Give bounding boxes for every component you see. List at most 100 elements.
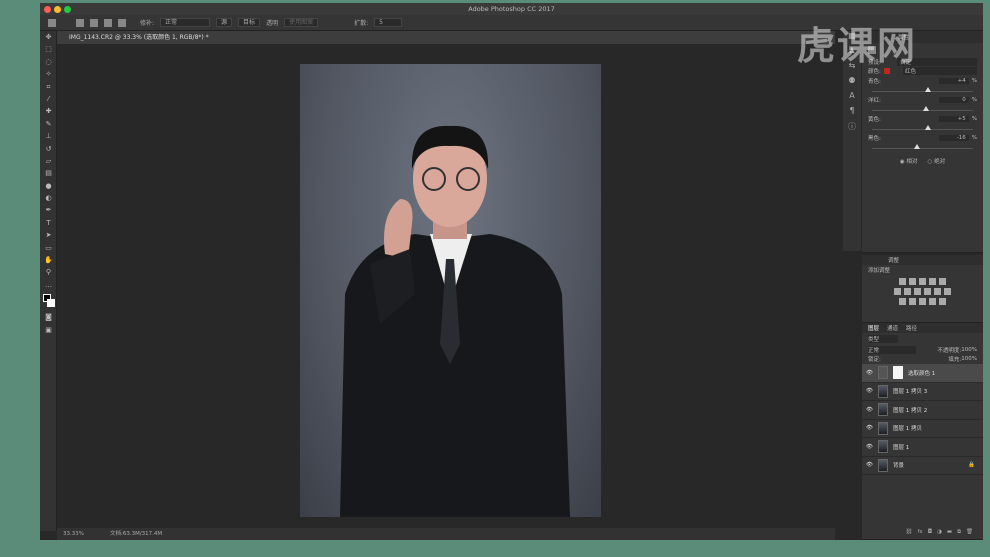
color-slider[interactable] — [872, 143, 973, 153]
slider-value-input[interactable]: +5 — [938, 115, 969, 122]
eye-icon[interactable]: 👁 — [866, 444, 873, 450]
add-mask-icon[interactable]: ◘ — [928, 529, 932, 535]
fill-input[interactable]: 100% — [961, 356, 977, 362]
crop-tool-icon[interactable]: ⌗ — [40, 81, 57, 93]
relative-radio[interactable]: ◉ 相对 — [900, 157, 918, 165]
more-tools-icon[interactable]: … — [40, 279, 57, 291]
layer-row[interactable]: 👁 背景 🔒 — [862, 457, 983, 475]
brush-tool-icon[interactable]: ✎ — [40, 118, 57, 130]
new-group-icon[interactable]: ▬ — [947, 529, 952, 535]
slider-thumb[interactable] — [925, 124, 932, 130]
minimize-button[interactable] — [54, 6, 61, 13]
filter-kind-select[interactable]: 类型 — [868, 335, 898, 343]
mode-select[interactable]: 正常 — [160, 18, 211, 27]
shape-tool-icon[interactable]: ▭ — [40, 242, 57, 254]
pen-tool-icon[interactable]: ✒ — [40, 204, 57, 216]
stamp-tool-icon[interactable]: ⊥ — [40, 130, 57, 142]
eraser-icon[interactable]: ▱ — [40, 155, 57, 167]
zoom-level[interactable]: 33.33% — [63, 528, 84, 540]
blend-mode-select[interactable]: 正常 — [868, 345, 916, 354]
info-icon[interactable]: ⓘ — [843, 121, 861, 136]
slider-thumb[interactable] — [924, 86, 931, 92]
layer-row[interactable]: 👁 图层 1 拷贝 3 — [862, 383, 983, 401]
history-brush-icon[interactable]: ↺ — [40, 143, 57, 155]
path-select-icon[interactable]: ➤ — [40, 229, 57, 241]
color-swatches[interactable] — [40, 291, 57, 311]
gradient-tool-icon[interactable]: ▤ — [40, 167, 57, 179]
add-selection-icon[interactable] — [90, 18, 98, 27]
maximize-button[interactable] — [64, 6, 71, 13]
tab-layers[interactable]: 图层 — [868, 324, 879, 332]
slider-value-input[interactable]: -16 — [938, 134, 969, 141]
slider-row: 青色: +4% — [862, 76, 983, 86]
close-button[interactable] — [44, 6, 51, 13]
slider-value-input[interactable]: +4 — [938, 77, 969, 84]
slider-row: 黄色: +5% — [862, 114, 983, 124]
adjustments-tab[interactable]: 调整 — [888, 256, 899, 264]
layer-mask-thumbnail[interactable] — [892, 366, 903, 380]
delete-layer-icon[interactable]: 🗑 — [966, 529, 973, 535]
layer-thumbnail — [877, 440, 888, 454]
brush-settings-icon[interactable]: ⚉ — [843, 76, 861, 91]
fill-label: 填充: — [948, 357, 962, 364]
adjustment-icons-row-1[interactable] — [862, 277, 983, 285]
opacity-label: 不透明度: — [937, 347, 962, 354]
color-slider[interactable] — [872, 124, 973, 134]
source-button[interactable]: 源 — [216, 18, 233, 27]
slider-thumb[interactable] — [914, 143, 921, 149]
move-tool-icon[interactable]: ✥ — [40, 31, 57, 43]
target-button[interactable]: 目标 — [238, 18, 261, 27]
layer-row[interactable]: 👁 选取颜色 1 — [862, 364, 983, 383]
diffusion-select[interactable]: 5 — [374, 18, 403, 27]
tab-paths[interactable]: 路径 — [906, 324, 917, 332]
adjustment-icons-row-2[interactable] — [862, 287, 983, 295]
marquee-tool-icon[interactable]: ⬚ — [40, 43, 57, 55]
eye-icon[interactable]: 👁 — [866, 462, 873, 468]
blur-tool-icon[interactable]: ● — [40, 180, 57, 192]
intersect-selection-icon[interactable] — [118, 18, 126, 27]
layer-row[interactable]: 👁 图层 1 — [862, 438, 983, 457]
eye-icon[interactable]: 👁 — [866, 425, 873, 431]
transparent-checkbox[interactable]: 透明 — [266, 18, 278, 27]
type-tool-icon[interactable]: T — [40, 217, 57, 229]
lock-label: 锁定: — [868, 357, 881, 364]
paragraph-icon[interactable]: ¶ — [843, 106, 861, 121]
slider-thumb[interactable] — [922, 105, 929, 111]
percent-unit: % — [971, 77, 977, 84]
dodge-tool-icon[interactable]: ◐ — [40, 192, 57, 204]
healing-brush-icon[interactable]: ✚ — [40, 105, 57, 117]
tab-channels[interactable]: 通道 — [887, 324, 898, 332]
color-slider[interactable] — [872, 86, 973, 96]
quick-mask-icon[interactable]: ◙ — [40, 311, 57, 323]
new-adjustment-icon[interactable]: ◑ — [937, 529, 942, 535]
slider-value-input[interactable]: 0 — [938, 96, 969, 103]
document-tab[interactable]: IMG_1143.CR2 @ 33.3% (选取颜色 1, RGB/8*) * — [57, 31, 835, 44]
toolbar: ✥ ⬚ ◌ ✧ ⌗ ⁄ ✚ ✎ ⊥ ↺ ▱ ▤ ● ◐ ✒ T ➤ ▭ ✋ ⚲ … — [40, 31, 57, 531]
color-slider[interactable] — [872, 105, 973, 115]
patch-tool-icon[interactable] — [48, 18, 56, 27]
slider-label: 黑色: — [868, 135, 881, 142]
new-layer-icon[interactable]: ⧉ — [957, 529, 961, 536]
subtract-selection-icon[interactable] — [104, 18, 112, 27]
layer-row[interactable]: 👁 图层 1 拷贝 2 — [862, 401, 983, 420]
character-icon[interactable]: A — [843, 91, 861, 106]
screen-mode-icon[interactable]: ▣ — [40, 324, 57, 336]
lasso-tool-icon[interactable]: ◌ — [40, 56, 57, 68]
fx-icon[interactable]: fx — [918, 529, 923, 535]
adjustment-icons-row-3[interactable] — [862, 297, 983, 305]
absolute-radio[interactable]: ○ 绝对 — [928, 157, 946, 165]
new-selection-icon[interactable] — [76, 18, 84, 27]
canvas-area[interactable] — [57, 44, 835, 528]
eye-icon[interactable]: 👁 — [866, 370, 873, 376]
eye-icon[interactable]: 👁 — [866, 407, 873, 413]
use-pattern-button[interactable]: 使用图案 — [284, 18, 319, 27]
layer-row[interactable]: 👁 图层 1 拷贝 — [862, 420, 983, 438]
eyedropper-icon[interactable]: ⁄ — [40, 93, 57, 105]
layer-name: 图层 1 — [892, 444, 910, 451]
magic-wand-icon[interactable]: ✧ — [40, 68, 57, 80]
hand-tool-icon[interactable]: ✋ — [40, 254, 57, 266]
opacity-input[interactable]: 100% — [961, 347, 977, 353]
zoom-tool-icon[interactable]: ⚲ — [40, 266, 57, 278]
link-layers-icon[interactable]: ⛓ — [906, 529, 913, 535]
eye-icon[interactable]: 👁 — [866, 388, 873, 394]
